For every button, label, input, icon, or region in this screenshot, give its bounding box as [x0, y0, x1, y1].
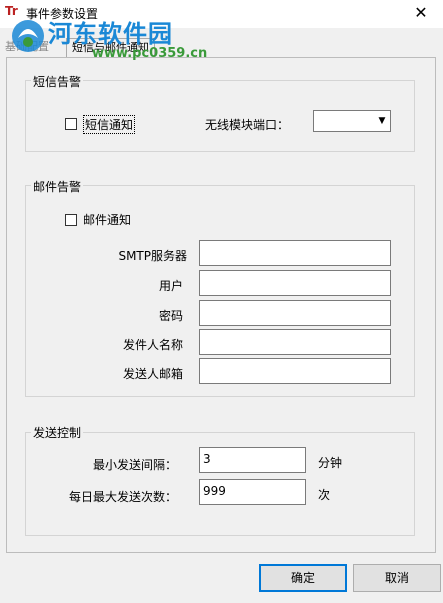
- cancel-button[interactable]: 取消: [353, 564, 441, 592]
- watermark-text: 河东软件园: [48, 20, 173, 48]
- sender-mail-label: 发送人邮箱: [122, 367, 183, 381]
- watermark-url: www.pc0359.cn: [92, 46, 208, 61]
- sms-group-title: 短信告警: [31, 73, 84, 90]
- sender-name-input[interactable]: [199, 329, 391, 355]
- password-input[interactable]: [199, 300, 391, 326]
- max-count-label: 每日最大发送次数：: [68, 490, 177, 504]
- port-label: 无线模块端口：: [205, 118, 290, 132]
- password-label: 密码: [158, 309, 183, 323]
- ok-button[interactable]: 确定: [259, 564, 347, 592]
- close-icon: ✕: [414, 3, 428, 22]
- sms-notify-label[interactable]: 短信通知: [83, 115, 136, 134]
- email-notify-checkbox[interactable]: [65, 214, 77, 226]
- sender-mail-input[interactable]: [199, 358, 391, 384]
- interval-input[interactable]: 3: [199, 447, 306, 473]
- chevron-down-icon[interactable]: ▼: [374, 111, 390, 131]
- smtp-input[interactable]: [199, 240, 391, 266]
- email-group-title: 邮件告警: [31, 178, 84, 195]
- max-count-unit: 次: [318, 488, 331, 502]
- watermark-logo: [12, 20, 44, 52]
- email-notify-label[interactable]: 邮件通知: [83, 211, 131, 228]
- sender-name-label: 发件人名称: [122, 338, 183, 352]
- interval-unit: 分钟: [318, 456, 343, 470]
- port-select[interactable]: ▼: [313, 110, 391, 132]
- user-label: 用户: [158, 279, 183, 293]
- send-control-group-title: 发送控制: [31, 424, 84, 441]
- interval-label: 最小发送间隔：: [92, 458, 177, 472]
- smtp-label: SMTP服务器: [118, 249, 187, 263]
- max-count-input[interactable]: 999: [199, 479, 306, 505]
- sms-notify-checkbox[interactable]: [65, 118, 77, 130]
- close-button[interactable]: ✕: [399, 0, 443, 28]
- user-input[interactable]: [199, 270, 391, 296]
